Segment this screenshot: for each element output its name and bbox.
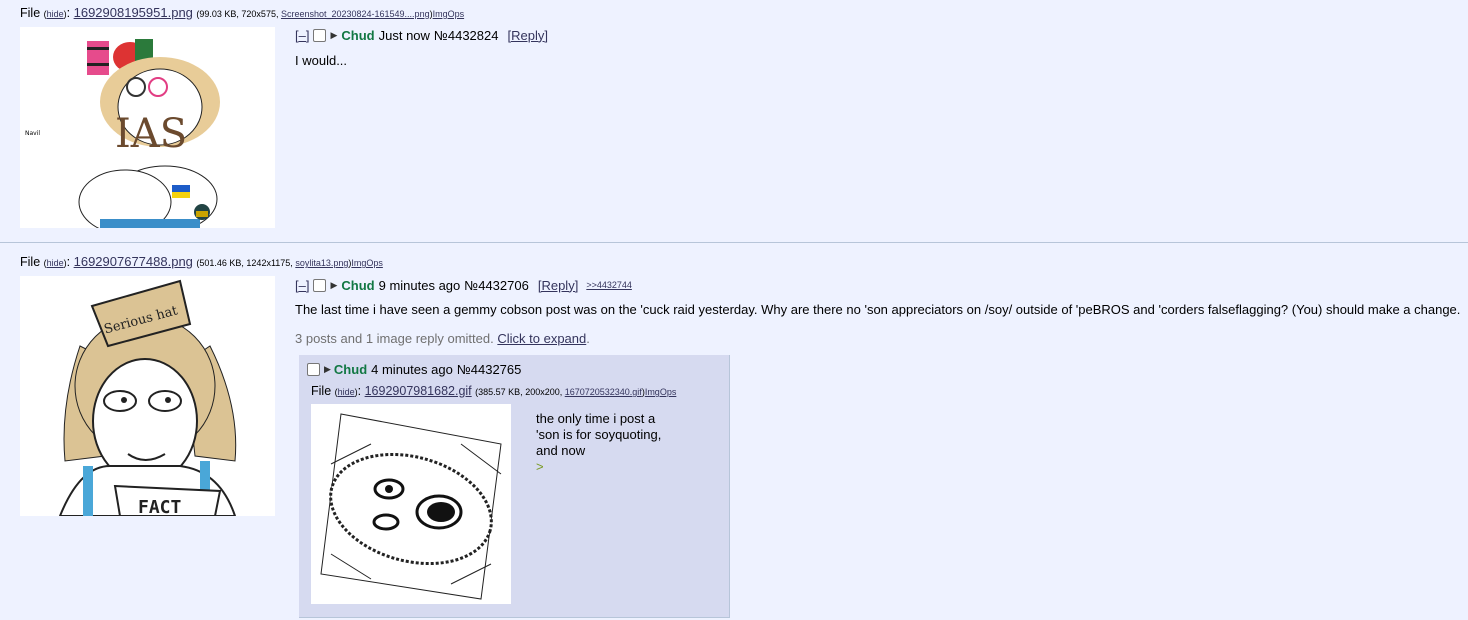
post1-file-info: File (hide): 1692908195951.png (99.03 KB… (20, 5, 465, 20)
post-menu-arrow-icon[interactable]: ▶ (330, 30, 337, 41)
reply-post: ▶ Chud 4 minutes ago №4432765 File (hide… (299, 355, 730, 618)
post-number[interactable]: №4432706 (464, 278, 529, 293)
reply-line: the only time i post a (536, 411, 656, 426)
thread-separator (0, 242, 1468, 243)
hide-link[interactable]: hide (338, 387, 355, 397)
post-number[interactable]: №4432765 (457, 362, 522, 377)
post1-thumbnail-drawing: IAS Navil (20, 27, 275, 228)
post2-thumbnail-drawing: Serious hat FACT (20, 276, 275, 516)
imgops-link[interactable]: ImgOps (645, 387, 677, 397)
imgops-link[interactable]: ImgOps (433, 9, 465, 19)
orig-filename-link[interactable]: 1670720532340.gif (565, 387, 642, 397)
post-time: Just now (378, 27, 430, 43)
svg-text:IAS: IAS (115, 111, 187, 157)
post1-message: I would... (295, 53, 348, 68)
post-time: 4 minutes ago (371, 362, 453, 377)
orig-filename-link[interactable]: soylita13.png (295, 258, 348, 268)
file-label: File (20, 255, 41, 269)
reply-link[interactable]: [Reply] (538, 278, 578, 293)
post2-post-info: [–] ▶ Chud 9 minutes ago №4432706 [Reply… (295, 277, 632, 293)
post2-message: The last time i have seen a gemmy cobson… (295, 302, 1461, 317)
post-menu-arrow-icon[interactable]: ▶ (324, 364, 331, 375)
file-link[interactable]: 1692907981682.gif (365, 384, 472, 398)
collapse-button[interactable]: [–] (295, 28, 309, 43)
hide-wrap: (hide) (43, 258, 67, 268)
post-time: 9 minutes ago (378, 277, 461, 293)
post-number[interactable]: №4432824 (434, 28, 499, 43)
svg-text:Navil: Navil (25, 130, 40, 137)
hide-wrap: (hide) (334, 387, 358, 397)
hide-link[interactable]: hide (47, 258, 64, 268)
post-checkbox[interactable] (313, 278, 327, 292)
expand-suffix: . (586, 331, 590, 346)
post-checkbox[interactable] (313, 28, 327, 42)
post-menu-arrow-icon[interactable]: ▶ (330, 280, 337, 291)
file-link[interactable]: 1692907677488.png (74, 254, 193, 269)
omitted-notice: 3 posts and 1 image reply omitted. Click… (295, 331, 590, 346)
reply-post-info: ▶ Chud 4 minutes ago №4432765 (307, 362, 525, 377)
post1-thumbnail[interactable]: IAS Navil (20, 27, 275, 228)
file-meta: (99.03 KB, 720x575, Screenshot_20230824-… (196, 9, 465, 19)
poster-name: Chud (341, 277, 375, 293)
collapse-button[interactable]: [–] (295, 278, 309, 293)
post1-post-info: [–] ▶ Chud Just now №4432824 [Reply] (295, 27, 548, 43)
reply-line: 'son is for soyquoting, (536, 427, 662, 442)
poster-name: Chud (341, 27, 375, 43)
reply-link[interactable]: [Reply] (507, 28, 547, 43)
imgops-link[interactable]: ImgOps (351, 258, 383, 268)
expand-link[interactable]: Click to expand (497, 331, 586, 346)
shirt-caption: FACT (138, 497, 182, 516)
reply-line: and now (536, 443, 586, 458)
post-checkbox[interactable] (307, 363, 320, 376)
reply-message: the only time i post a 'son is for soyqu… (536, 411, 716, 475)
file-label: File (20, 6, 41, 20)
reply-file-info: File (hide): 1692907981682.gif (385.57 K… (311, 384, 677, 398)
poster-name: Chud (333, 362, 368, 377)
greentext-line: > (536, 459, 544, 474)
post2-file-info: File (hide): 1692907677488.png (501.46 K… (20, 254, 383, 269)
file-link[interactable]: 1692908195951.png (74, 5, 193, 20)
orig-filename-link[interactable]: Screenshot_20230824-161549....png (281, 9, 430, 19)
backlink[interactable]: >>4432744 (586, 280, 632, 290)
file-meta: (385.57 KB, 200x200, 1670720532340.gif)I… (475, 387, 677, 397)
reply-thumbnail[interactable] (311, 404, 511, 604)
hide-link[interactable]: hide (47, 9, 64, 19)
file-meta: (501.46 KB, 1242x1175, soylita13.png)Img… (196, 258, 383, 268)
reply-thumbnail-drawing (311, 404, 511, 604)
file-label: File (311, 384, 332, 398)
hide-wrap: (hide) (43, 9, 67, 19)
omitted-text: 3 posts and 1 image reply omitted. (295, 331, 494, 346)
post2-thumbnail[interactable]: Serious hat FACT (20, 276, 275, 516)
